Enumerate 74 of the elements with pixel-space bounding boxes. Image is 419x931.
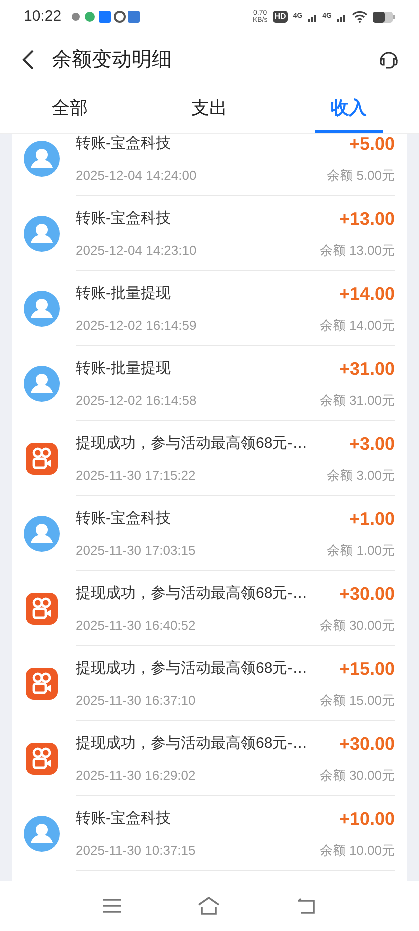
home-icon	[198, 897, 220, 915]
record-amount: +10.00	[339, 808, 395, 831]
camera-app-icon	[26, 668, 58, 700]
record-amount: +3.00	[349, 432, 395, 456]
record-row[interactable]: 提现成功，参与活动最高领68元-… +30.00 2025-11-30 16:29:02 余额 30.00元	[12, 721, 407, 796]
hd-badge: HD	[272, 11, 288, 23]
record-balance: 余额 3.00元	[327, 466, 395, 485]
record-title: 转账-宝盒科技	[76, 209, 171, 229]
record-time: 2025-11-30 16:40:52	[76, 616, 196, 635]
record-time: 2025-12-04 14:23:10	[76, 242, 197, 260]
record-balance: 余额 30.00元	[320, 766, 395, 785]
record-title: 转账-宝盒科技	[76, 509, 171, 529]
record-title: 转账-宝盒科技	[76, 809, 171, 829]
record-amount: +31.00	[339, 358, 395, 381]
signal-icon	[337, 12, 347, 22]
menu-icon	[102, 899, 121, 913]
person-avatar-icon	[24, 366, 60, 402]
record-title: 提现成功，参与活动最高领68元-…	[76, 584, 308, 604]
record-row[interactable]: 转账-宝盒科技 +10.00 2025-11-30 10:37:15 余额 10.00元	[12, 796, 407, 871]
record-row[interactable]: 转账-批量提现 +31.00 2025-12-02 16:14:58 余额 31.00元	[12, 346, 407, 421]
record-row[interactable]: 提现成功，参与活动最高领68元-… +30.00 2025-11-30 16:40:52 余额 30.00元	[12, 571, 407, 646]
status-time: 10:22	[24, 6, 62, 27]
return-icon	[298, 898, 316, 914]
tab[interactable]: 支出	[176, 86, 244, 133]
page-title: 余额变动明细	[52, 48, 172, 73]
record-time: 2025-11-30 16:29:02	[76, 766, 196, 785]
record-time: 2025-11-30 17:15:22	[76, 466, 196, 485]
record-balance: 余额 5.00元	[327, 166, 395, 185]
record-title: 提现成功，参与活动最高领68元-…	[76, 734, 308, 754]
camera-app-icon	[26, 592, 58, 624]
record-time: 2025-12-02 16:14:58	[76, 392, 197, 410]
record-amount: +13.00	[339, 208, 395, 231]
record-balance: 余额 1.00元	[327, 542, 395, 560]
signal-icon	[308, 12, 318, 22]
tab[interactable]: 全部	[36, 86, 104, 133]
person-avatar-icon	[24, 216, 60, 252]
record-title: 转账-宝盒科技	[76, 134, 171, 154]
record-time: 2025-12-02 16:14:59	[76, 316, 197, 335]
record-balance: 余额 14.00元	[320, 316, 395, 335]
record-time: 2025-11-30 17:03:15	[76, 542, 196, 560]
notification-icons-drawing	[70, 10, 140, 24]
record-amount: +1.00	[349, 508, 395, 531]
camera-app-icon	[26, 742, 58, 774]
record-amount: +30.00	[339, 732, 395, 756]
person-avatar-icon	[24, 290, 60, 326]
record-balance: 余额 10.00元	[320, 842, 395, 860]
record-time: 2025-12-04 14:24:00	[76, 166, 197, 185]
record-row[interactable]: 提现成功，参与活动最高领68元-… +15.00 2025-11-30 16:37:10 余额 15.00元	[12, 646, 407, 721]
record-time: 2025-11-30 10:37:15	[76, 842, 196, 860]
wifi-icon	[352, 11, 368, 23]
person-avatar-icon	[24, 816, 60, 852]
record-amount: +5.00	[349, 134, 395, 156]
record-title: 提现成功，参与活动最高领68元-…	[76, 659, 308, 679]
record-row[interactable]: 提现成功，参与活动最高领68元-… +3.00 2025-11-30 17:15:22 余额 3.00元	[12, 421, 407, 496]
record-row[interactable]: 转账-批量提现 +14.00 2025-12-02 16:14:59 余额 14.00元	[12, 271, 407, 346]
record-row[interactable]: 转账-宝盒科技 +1.00 2025-11-30 17:03:15 余额 1.00元	[12, 496, 407, 571]
record-amount: +30.00	[339, 582, 395, 606]
record-title: 转账-批量提现	[76, 284, 171, 304]
record-balance: 余额 15.00元	[320, 692, 395, 710]
record-amount: +15.00	[339, 658, 395, 681]
record-balance: 余额 30.00元	[320, 616, 395, 635]
person-avatar-icon	[24, 516, 60, 552]
record-title: 提现成功，参与活动最高领68元-…	[76, 434, 308, 454]
record-time: 2025-11-30 16:37:10	[76, 692, 196, 710]
record-row[interactable]: 转账-宝盒科技 +5.00 2025-12-04 14:24:00 余额 5.00元	[12, 134, 407, 196]
battery-icon	[373, 12, 395, 22]
record-balance: 余额 31.00元	[320, 392, 395, 410]
camera-app-icon	[26, 442, 58, 474]
person-avatar-icon	[24, 140, 60, 176]
record-row[interactable]: 转账-宝盒科技 +13.00 2025-12-04 14:23:10 余额 13.00元	[12, 196, 407, 271]
record-balance: 余额 13.00元	[320, 242, 395, 260]
record-title: 转账-批量提现	[76, 359, 171, 379]
record-amount: +14.00	[339, 282, 395, 306]
back-icon	[21, 49, 35, 71]
